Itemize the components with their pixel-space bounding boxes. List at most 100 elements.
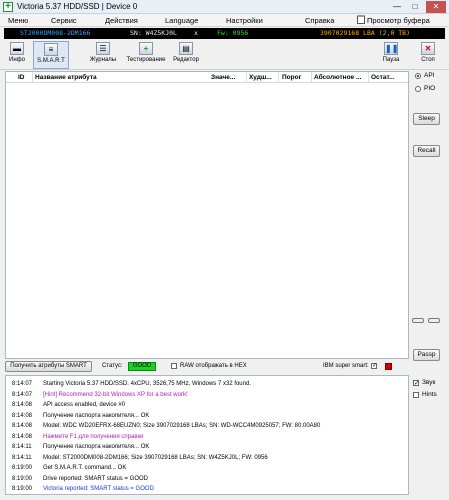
log-time: 8:14:07 [12,381,33,387]
log-row: 8:19:00 Get S.M.A.R.T. command... OK [6,463,408,473]
plus-icon: + [139,42,153,55]
column-value[interactable]: Значе... [211,74,245,81]
log-time: 8:19:00 [12,486,33,492]
log-time: 8:19:00 [12,465,33,471]
test-label: Тестирование [126,57,166,63]
column-separator [311,72,312,83]
menu-item-language[interactable]: Language [165,16,198,25]
log-message: Получение паспорта накопителя... OK [43,412,150,419]
clipboard-icon [357,15,365,26]
toolbar: ▬ Инфо ≡ S.M.A.R.T ☰ Журналы + Тестирова… [0,40,449,70]
log-time: 8:14:08 [12,423,33,429]
table-header: ID Название атрибута Значе... Худш... По… [6,72,408,83]
ibm-super-smart-checkbox[interactable]: ✓ [371,363,377,369]
raw-hex-checkbox[interactable] [171,363,177,369]
slider-left-toggle[interactable] [412,318,424,323]
hints-checkbox[interactable] [413,392,419,398]
title-bar: + Victoria 5.37 HDD/SSD | Device 0 — □ ✕ [0,0,449,14]
device-firmware: Fw: 0956 [217,29,249,37]
pause-button[interactable]: ❚❚ Пауза [380,41,402,69]
stop-icon: ✕ [421,42,435,55]
log-row: 8:14:08 Нажмите F1 для получения справки [6,432,408,442]
log-message: Получение паспорта накопителя... OK [43,444,150,450]
pio-label: PIO [424,85,436,92]
log-time: 8:14:08 [12,412,33,419]
log-row: 8:14:11 Получение паспорта накопителя... … [6,442,408,452]
log-row: 8:19:00 Victoria reported: SMART status =… [6,484,408,494]
device-lba: 3907029168 LBA (2,0 TB) [320,29,411,37]
menu-item-menu[interactable]: Меню [8,16,28,25]
logs-icon: ☰ [96,42,110,55]
status-row: Получить атрибуты SMART Статус: GOOD RAW… [5,361,409,372]
sleep-button[interactable]: Sleep [413,113,440,125]
log-message: Нажмите F1 для получения справки [43,433,144,440]
column-raw[interactable]: Абсолютное ... [314,74,366,81]
menu-item-actions[interactable]: Действия [105,16,138,25]
info-tab[interactable]: ▬ Инфо [5,41,29,69]
editor-tab[interactable]: ▤ Редактор [170,41,202,69]
clipboard-view-button[interactable]: Просмотр буфера [367,16,430,25]
logs-label: Журналы [89,57,117,63]
pause-icon: ❚❚ [384,42,399,55]
sound-label: Звук [422,379,436,386]
log-message: [Hint] Recommend 32-bit Windows XP for a… [43,391,188,398]
log-message: Model: ST2000DM008-2DM166; Size 39070291… [43,454,268,461]
hdd-icon: ▬ [10,42,24,55]
pio-radio[interactable] [415,86,421,92]
log-message: Get S.M.A.R.T. command... OK [43,465,127,471]
column-threshold[interactable]: Порог [282,74,310,81]
log-time: 8:14:08 [12,402,33,408]
sound-checkbox[interactable]: ✓ [413,380,419,387]
logs-tab[interactable]: ☰ Журналы [88,41,118,69]
log-time: 8:14:11 [12,454,32,461]
log-panel[interactable]: 8:14:07 Starting Victoria 5.37 HDD/SSD. 4… [5,375,409,495]
device-serial: SN: W4Z5KJ0L [130,29,177,37]
log-message: Starting Victoria 5.37 HDD/SSD. 4xCPU, 3… [43,381,251,387]
slider-right-toggle[interactable] [428,318,440,323]
device-model: ST2000DM008-2DM166 [20,29,91,37]
log-row: 8:14:08 API access enabled, device #0 [6,400,408,410]
close-button[interactable]: ✕ [426,1,446,13]
minimize-button[interactable]: — [389,1,405,13]
recall-button[interactable]: Recall [413,145,440,157]
log-row: 8:19:00 Drive reported: SMART status = GO… [6,474,408,484]
passport-button[interactable]: Passp [413,349,440,361]
log-row: 8:14:07 Starting Victoria 5.37 HDD/SSD. 4… [6,379,408,389]
log-message: Victoria reported: SMART status = GOOD [43,486,154,492]
log-row: 8:14:11 Model: ST2000DM008-2DM166; Size 3… [6,453,408,463]
menu-bar: Меню Сервис Действия Language Настройки … [0,14,449,27]
app-cross-icon: + [3,2,13,12]
smart-label: S.M.A.R.T [37,58,65,64]
ibm-super-smart-label: IBM super smart: [323,363,369,369]
status-badge: GOOD [128,362,156,371]
menu-item-service[interactable]: Сервис [51,16,77,25]
column-remaining[interactable]: Остат... [371,74,406,81]
column-worst[interactable]: Худш... [249,74,277,81]
column-id[interactable]: ID [18,74,32,81]
status-label: Статус: [102,363,123,369]
maximize-button[interactable]: □ [407,1,423,13]
column-attribute-name[interactable]: Название атрибута [35,74,155,81]
column-separator [278,72,279,83]
log-message: Model: WDC WD20EFRX-68EUZN0; Size 390702… [43,423,321,429]
menu-item-help[interactable]: Справка [305,16,334,25]
stop-button[interactable]: ✕ Стоп [416,41,440,69]
window-title: Victoria 5.37 HDD/SSD | Device 0 [17,2,138,11]
get-smart-button[interactable]: Получить атрибуты SMART [5,361,92,372]
log-message: Drive reported: SMART status = GOOD [43,475,148,482]
api-radio[interactable] [415,73,421,79]
log-time: 8:14:08 [12,433,33,440]
column-separator [368,72,369,83]
smart-tab[interactable]: ≡ S.M.A.R.T [33,41,69,69]
log-message: API access enabled, device #0 [43,402,126,408]
log-row: 8:14:07 [Hint] Recommend 32-bit Windows X… [6,390,408,400]
device-bar[interactable]: ST2000DM008-2DM166 SN: W4Z5KJ0L x Fw: 09… [4,28,445,39]
api-label: API [424,72,435,79]
log-time: 8:14:11 [12,444,32,450]
smart-attributes-table[interactable]: ID Название атрибута Значе... Худш... По… [5,71,409,359]
column-separator [32,72,33,83]
test-tab[interactable]: + Тестирование [124,41,168,69]
ibm-indicator-icon [385,363,392,370]
menu-item-settings[interactable]: Настройки [226,16,263,25]
log-row: 8:14:08 Model: WDC WD20EFRX-68EUZN0; Size… [6,421,408,431]
